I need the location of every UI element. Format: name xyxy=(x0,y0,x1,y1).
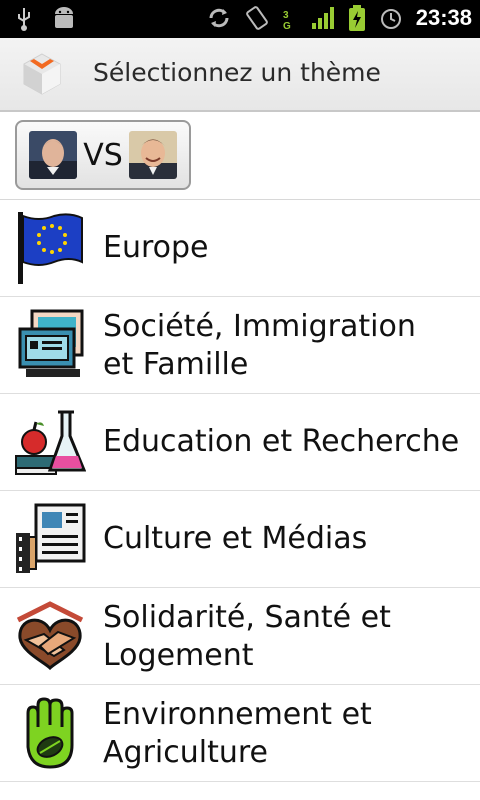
candidate-left-avatar xyxy=(29,131,77,179)
label-line-2: Logement xyxy=(103,638,254,673)
network-3g-icon: 3 G xyxy=(283,10,291,32)
usb-icon xyxy=(18,8,30,31)
list-item-solidarite[interactable]: Solidarité, Santé et Logement xyxy=(0,588,480,685)
label-line-1: Société, Immigration xyxy=(103,309,416,344)
action-bar: Sélectionnez un thème xyxy=(0,38,480,112)
candidate-right-avatar xyxy=(128,131,177,179)
label-line-2: Agriculture xyxy=(103,735,268,770)
vs-row: VS xyxy=(0,112,480,200)
newspaper-film-icon xyxy=(16,503,86,573)
label-line-1: Environnement et xyxy=(103,697,372,732)
list-item-label: Environnement et Agriculture xyxy=(103,696,472,772)
status-bar: 3 G 23:38 xyxy=(0,0,480,38)
list-item-societe[interactable]: Société, Immigration et Famille xyxy=(0,297,480,394)
svg-text:G: G xyxy=(283,21,291,32)
rotation-icon xyxy=(245,6,268,30)
android-debug-icon xyxy=(55,7,73,28)
list-item-europe[interactable]: Europe xyxy=(0,200,480,297)
list-item-culture[interactable]: Culture et Médias xyxy=(0,491,480,588)
battery-charging-icon xyxy=(348,5,365,31)
page-title: Sélectionnez un thème xyxy=(93,58,381,87)
list-item-label: Education et Recherche xyxy=(103,424,460,459)
list-item-label: Europe xyxy=(103,230,209,265)
handshake-house-icon xyxy=(16,601,84,671)
green-hand-leaf-icon xyxy=(26,697,74,769)
theme-list: Europe Société, Immigration et Famille E… xyxy=(0,200,480,782)
svg-text:3: 3 xyxy=(283,10,289,21)
id-card-icon xyxy=(18,309,84,377)
list-item-label: Solidarité, Santé et Logement xyxy=(103,599,472,675)
list-item-education[interactable]: Education et Recherche xyxy=(0,394,480,491)
compare-candidates-button[interactable]: VS xyxy=(15,120,191,190)
apple-flask-icon xyxy=(15,410,86,475)
app-logo-icon[interactable] xyxy=(20,52,64,96)
list-item-label: Société, Immigration et Famille xyxy=(103,308,472,384)
clock-time: 23:38 xyxy=(415,5,472,30)
alarm-icon xyxy=(380,9,401,29)
list-item-environnement[interactable]: Environnement et Agriculture xyxy=(0,685,480,782)
label-line-1: Solidarité, Santé et xyxy=(103,600,391,635)
eu-flag-icon xyxy=(18,212,83,284)
vs-label: VS xyxy=(83,137,123,173)
signal-icon xyxy=(311,7,334,29)
label-line-2: et Famille xyxy=(103,347,249,382)
sync-icon xyxy=(209,8,229,28)
list-item-label: Culture et Médias xyxy=(103,521,368,556)
